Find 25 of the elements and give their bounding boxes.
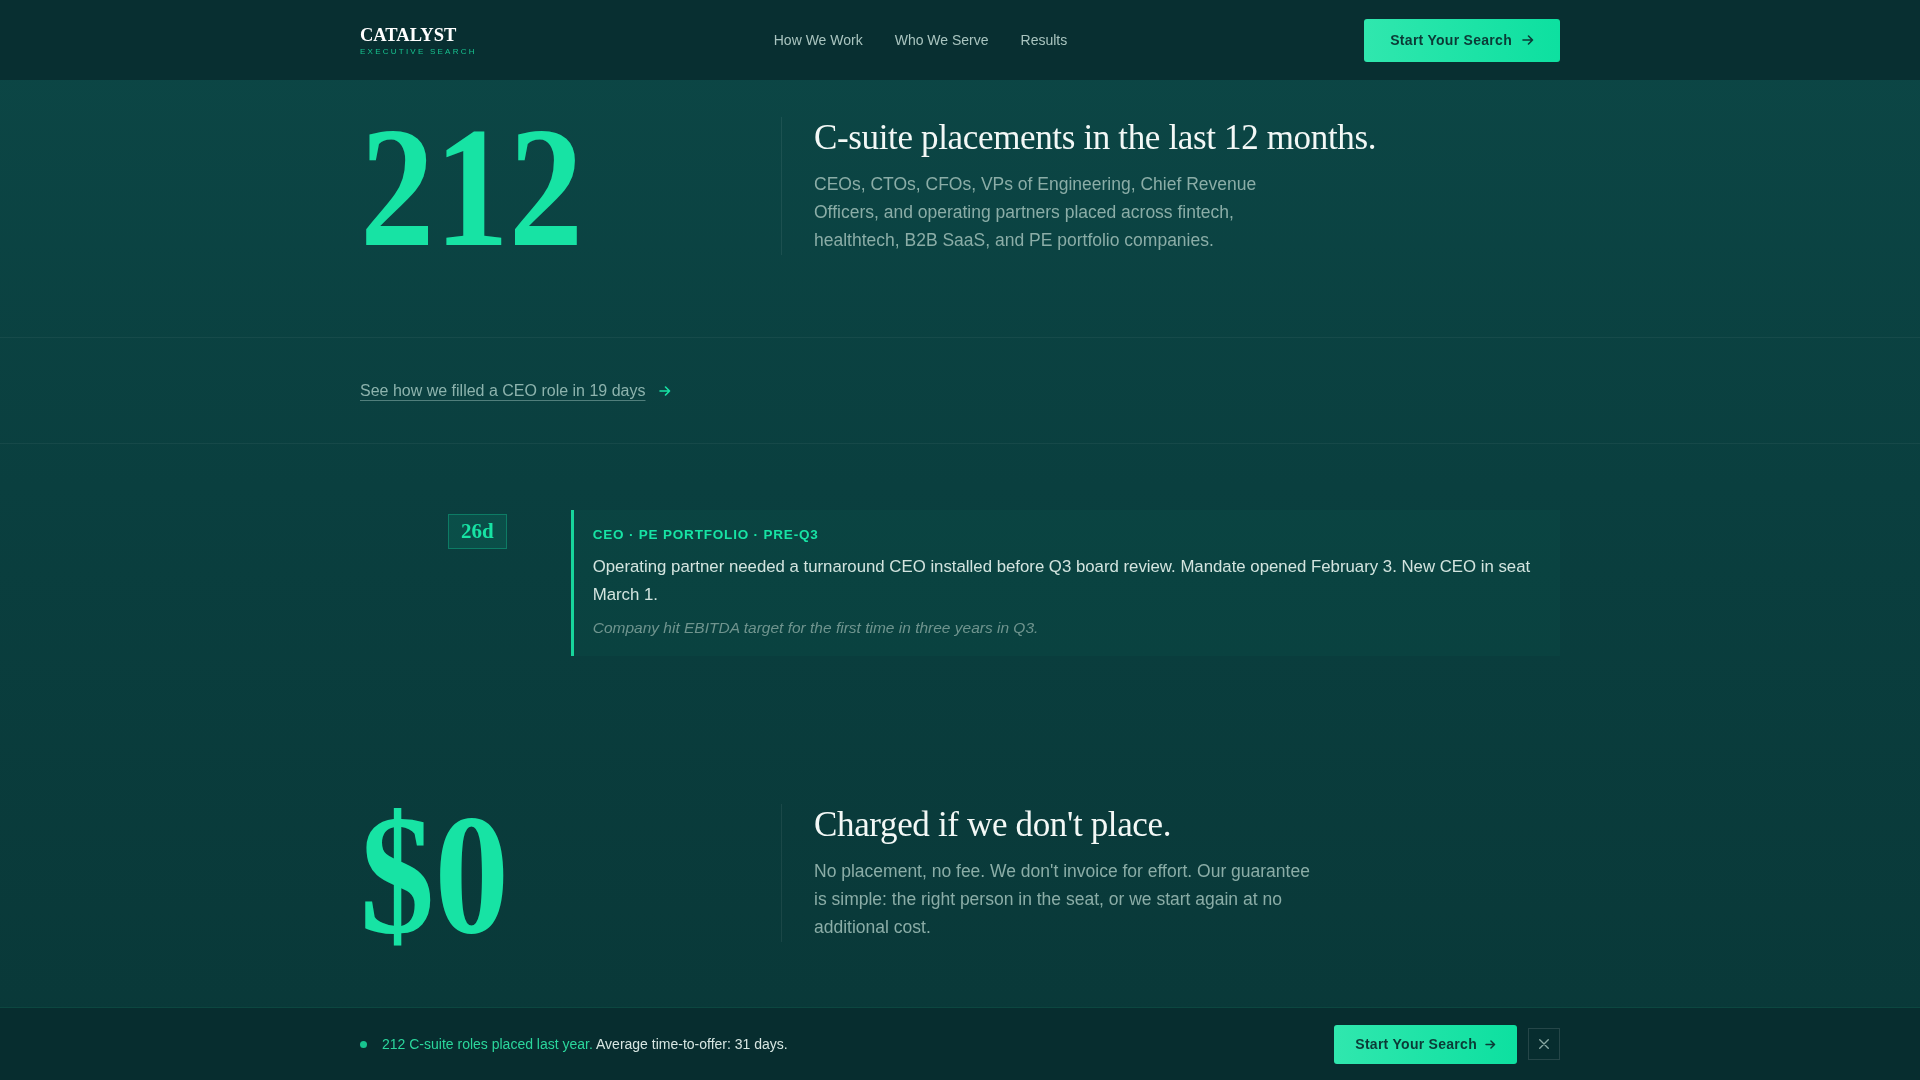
- duration-badge: 26d: [448, 514, 507, 549]
- case-description: Operating partner needed a turnaround CEO installed before Q3 board review. Mandate opened February 3. New CEO in seat March 1.: [592, 556, 1532, 606]
- stat-number: $0: [360, 788, 509, 960]
- start-search-button[interactable]: Start Your Search: [1334, 1024, 1517, 1064]
- sticky-bar-message: 212 C-suite roles placed last year. Average time-to-offer: 31 days.: [382, 1035, 788, 1054]
- stat-description: No placement, no fee. We don't invoice for effort. Our guarantee is simple: the right person in the seat, or we start again at no additional cost.: [814, 860, 1311, 939]
- nav-link[interactable]: How We Work: [773, 32, 863, 48]
- stat-number: 212: [360, 101, 584, 273]
- arrow-right-icon: [1522, 35, 1534, 45]
- logo-wordmark: CATALYST: [360, 25, 457, 45]
- arrow-right-icon: [1485, 1039, 1496, 1049]
- nav-link[interactable]: Who We Serve: [894, 32, 989, 48]
- stat-heading: Charged if we don't place.: [814, 804, 1173, 846]
- case-tags: CEO · PE PORTFOLIO · PRE-Q3: [592, 525, 1538, 545]
- status-dot-icon: [360, 1040, 367, 1048]
- nav-link[interactable]: Results: [1020, 32, 1068, 48]
- arrow-right-icon: [659, 385, 672, 396]
- close-icon: [1539, 1039, 1549, 1049]
- stat-heading: C-suite placements in the last 12 months.: [814, 117, 1378, 159]
- logo-tagline: EXECUTIVE SEARCH: [360, 48, 477, 57]
- start-search-button[interactable]: Start Your Search: [1364, 18, 1560, 62]
- close-button[interactable]: [1528, 1028, 1560, 1060]
- stat-description: CEOs, CTOs, CFOs, VPs of Engineering, Chief Revenue Officers, and operating partners placed across fintech, healthtech, B2B SaaS, and PE portfolio companies.: [814, 173, 1258, 252]
- case-outcome: Company hit EBITDA target for the first time in three years in Q3.: [592, 618, 1040, 638]
- case-study-link[interactable]: See how we filled a CEO role in 19 days: [360, 380, 672, 401]
